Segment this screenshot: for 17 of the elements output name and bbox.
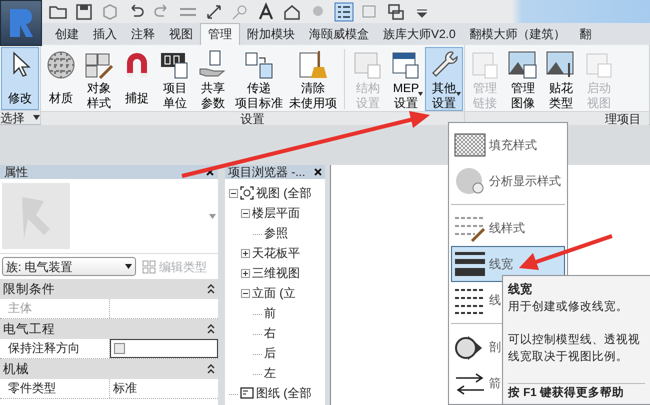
panel-title: 理项目 xyxy=(605,112,641,126)
tooltip-footer: 按 F1 键获得更多帮助 xyxy=(508,383,645,404)
tooltip-text: 可以控制模型线、透视视 xyxy=(508,333,641,348)
property-label: 主体 xyxy=(0,299,110,318)
panel-title: 属性 xyxy=(4,165,28,179)
section-title: 限制条件 xyxy=(3,280,55,298)
tooltip-text: 用于创建或修改线宽。 xyxy=(508,300,629,315)
panel-title: 设置 xyxy=(240,112,264,126)
panel-title: 项目浏览器 -... xyxy=(228,165,306,181)
property-value: 标准 xyxy=(112,380,138,397)
property-label: 保持注释方向 xyxy=(0,339,110,358)
section-title: 电气工程 xyxy=(3,320,55,338)
property-label: 零件类型 xyxy=(0,379,110,398)
tooltip-text: 线宽取决于视图比例。 xyxy=(508,350,629,365)
panel-title: 选择 xyxy=(0,110,24,124)
tooltip-title: 线宽 xyxy=(508,282,533,297)
section-title: 机械 xyxy=(3,360,29,378)
